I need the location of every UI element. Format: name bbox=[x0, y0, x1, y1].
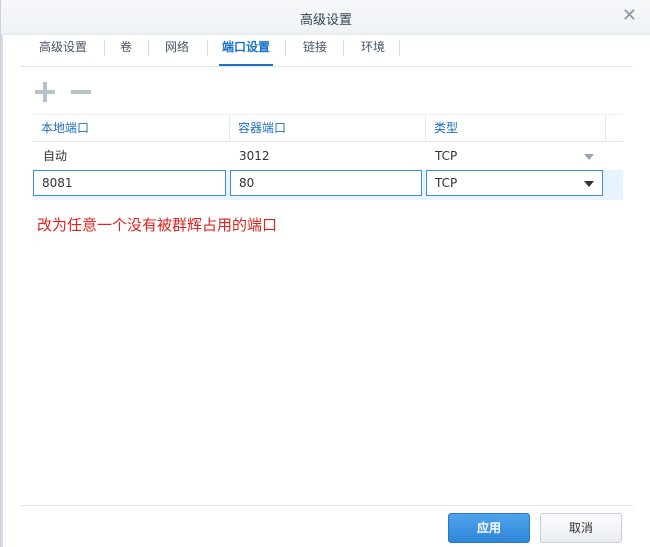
table-row[interactable]: 自动 3012 TCP bbox=[33, 142, 623, 170]
cancel-button[interactable]: 取消 bbox=[540, 513, 622, 543]
tab-separator bbox=[148, 40, 149, 56]
local-port-input[interactable]: 8081 bbox=[33, 170, 226, 196]
dialog-titlebar: 高级设置 ✕ bbox=[1, 0, 650, 35]
annotation-note: 改为任意一个没有被群辉占用的端口 bbox=[37, 216, 278, 234]
protocol-select-value: TCP bbox=[435, 176, 458, 190]
tab-separator bbox=[285, 40, 286, 56]
chevron-down-icon bbox=[584, 181, 594, 187]
remove-button[interactable] bbox=[69, 80, 93, 104]
tab-volume[interactable]: 卷 bbox=[109, 34, 143, 65]
plus-icon bbox=[35, 82, 55, 102]
tab-port-settings[interactable]: 端口设置 bbox=[213, 34, 279, 66]
left-edge-strip bbox=[1, 30, 3, 547]
container-port-input[interactable]: 80 bbox=[230, 170, 422, 196]
tab-network[interactable]: 网络 bbox=[155, 34, 199, 65]
add-button[interactable] bbox=[33, 80, 57, 104]
header-type[interactable]: 类型 bbox=[426, 115, 606, 141]
dialog-title: 高级设置 bbox=[299, 13, 352, 28]
tab-separator bbox=[207, 40, 208, 56]
tab-bar: 高级设置 卷 网络 端口设置 链接 环境 bbox=[21, 34, 633, 67]
minus-icon bbox=[71, 90, 91, 94]
tab-separator bbox=[399, 40, 400, 56]
tab-separator bbox=[104, 40, 105, 56]
protocol-select[interactable]: TCP bbox=[426, 170, 603, 196]
tab-advanced-settings[interactable]: 高级设置 bbox=[29, 34, 97, 65]
advanced-settings-dialog: 高级设置 ✕ 高级设置 卷 网络 端口设置 链接 环境 本地端口 容器端口 类型… bbox=[0, 0, 650, 547]
table-row-editing: 8081 80 TCP bbox=[33, 170, 623, 200]
row-scroll-area bbox=[606, 170, 623, 200]
table-header: 本地端口 容器端口 类型 bbox=[33, 114, 623, 142]
apply-button[interactable]: 应用 bbox=[448, 513, 530, 543]
header-container-port[interactable]: 容器端口 bbox=[230, 115, 426, 141]
type-cell: TCP bbox=[435, 149, 458, 163]
header-separator bbox=[605, 115, 606, 141]
container-port-cell: 3012 bbox=[239, 149, 270, 163]
local-port-cell: 自动 bbox=[43, 149, 68, 163]
chevron-down-icon[interactable] bbox=[584, 154, 594, 160]
header-local-port[interactable]: 本地端口 bbox=[33, 115, 229, 141]
footer-divider bbox=[21, 505, 633, 506]
tab-links[interactable]: 链接 bbox=[291, 34, 339, 65]
tab-separator bbox=[343, 40, 344, 56]
close-icon[interactable]: ✕ bbox=[622, 6, 637, 26]
tab-environment[interactable]: 环境 bbox=[349, 34, 397, 65]
